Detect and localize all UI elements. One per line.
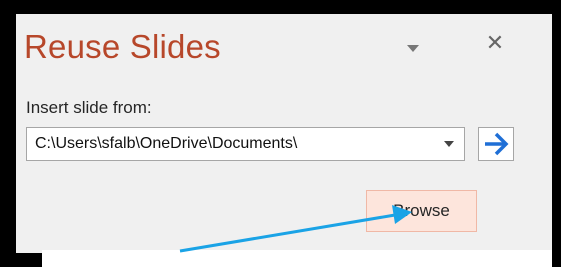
go-button[interactable] — [478, 127, 514, 161]
arrow-right-icon — [485, 132, 509, 156]
chevron-down-icon — [444, 141, 454, 147]
close-icon[interactable]: ✕ — [481, 30, 509, 58]
browse-button[interactable]: Browse — [366, 190, 477, 232]
chevron-down-icon[interactable] — [407, 45, 419, 52]
path-dropdown-button[interactable] — [434, 128, 464, 160]
pane-title: Reuse Slides — [24, 28, 221, 65]
path-combobox[interactable]: C:\Users\sfalb\OneDrive\Documents\ — [26, 127, 465, 161]
path-input-value[interactable]: C:\Users\sfalb\OneDrive\Documents\ — [35, 135, 427, 153]
screenshot-frame: Reuse Slides ✕ Insert slide from: C:\Use… — [0, 0, 561, 267]
insert-slide-from-label: Insert slide from: — [26, 98, 152, 117]
